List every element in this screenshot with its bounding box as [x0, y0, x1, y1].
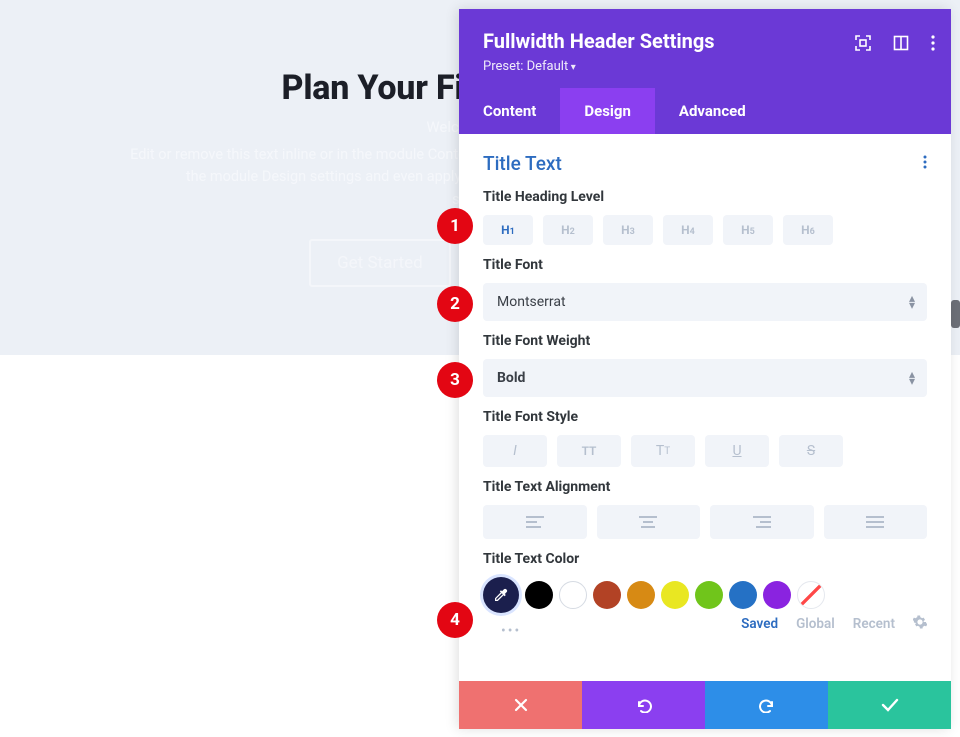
tab-advanced[interactable]: Advanced	[655, 88, 770, 134]
heading-h1[interactable]: H1	[483, 215, 533, 245]
select-caret-icon: ▴▾	[909, 295, 915, 309]
more-colors-icon[interactable]: •••	[483, 623, 521, 639]
font-weight-select[interactable]: Bold	[483, 359, 927, 397]
label-font-weight: Title Font Weight	[483, 333, 927, 349]
label-font: Title Font	[483, 257, 927, 273]
preset-dropdown[interactable]: Preset: Default	[483, 59, 927, 74]
underline-button[interactable]: U	[705, 435, 769, 467]
annotation-badge-1: 1	[437, 208, 473, 244]
swatch-purple[interactable]	[763, 581, 791, 609]
expand-icon[interactable]	[855, 35, 871, 56]
font-select[interactable]: Montserrat	[483, 283, 927, 321]
uppercase-button[interactable]: TT	[557, 435, 621, 467]
label-text-color: Title Text Color	[483, 551, 927, 567]
label-alignment: Title Text Alignment	[483, 479, 927, 495]
panel-tabs: Content Design Advanced	[459, 88, 951, 134]
strikethrough-button[interactable]: S	[779, 435, 843, 467]
label-heading-level: Title Heading Level	[483, 189, 927, 205]
discard-button[interactable]	[459, 681, 582, 729]
align-center[interactable]	[597, 505, 701, 539]
smallcaps-button[interactable]: TT	[631, 435, 695, 467]
undo-button[interactable]	[582, 681, 705, 729]
select-caret-icon: ▴▾	[909, 371, 915, 385]
palette-recent[interactable]: Recent	[853, 616, 895, 632]
font-style-group: I TT TT U S	[483, 435, 927, 467]
tab-content[interactable]: Content	[459, 88, 560, 134]
swatch-orange[interactable]	[627, 581, 655, 609]
save-button[interactable]	[828, 681, 951, 729]
heading-h5[interactable]: H5	[723, 215, 773, 245]
annotation-badge-3: 3	[437, 362, 473, 398]
swatch-red[interactable]	[593, 581, 621, 609]
settings-panel: Fullwidth Header Settings Preset: Defaul…	[459, 9, 951, 729]
panel-body: Title Text Title Heading Level H1 H2 H3 …	[459, 134, 951, 681]
kebab-menu-icon[interactable]	[931, 35, 935, 56]
eyedropper-button[interactable]	[483, 577, 519, 613]
swatch-green[interactable]	[695, 581, 723, 609]
redo-button[interactable]	[705, 681, 828, 729]
swatch-blue[interactable]	[729, 581, 757, 609]
palette-global[interactable]: Global	[796, 616, 835, 632]
align-left[interactable]	[483, 505, 587, 539]
viewport-scrollbar[interactable]	[951, 300, 960, 328]
panel-header: Fullwidth Header Settings Preset: Defaul…	[459, 9, 951, 88]
italic-button[interactable]: I	[483, 435, 547, 467]
tab-design[interactable]: Design	[560, 88, 655, 134]
heading-h4[interactable]: H4	[663, 215, 713, 245]
label-font-style: Title Font Style	[483, 409, 927, 425]
alignment-group	[483, 505, 927, 539]
heading-h2[interactable]: H2	[543, 215, 593, 245]
swatch-transparent[interactable]	[797, 581, 825, 609]
section-menu-icon[interactable]	[923, 153, 927, 174]
get-started-button[interactable]: Get Started	[309, 239, 451, 287]
swatch-white[interactable]	[559, 581, 587, 609]
heading-h3[interactable]: H3	[603, 215, 653, 245]
heading-level-group: H1 H2 H3 H4 H5 H6	[483, 215, 927, 245]
align-justify[interactable]	[824, 505, 928, 539]
color-palette-tabs: Saved Global Recent	[741, 615, 927, 639]
heading-h6[interactable]: H6	[783, 215, 833, 245]
color-swatches	[483, 577, 927, 613]
palette-saved[interactable]: Saved	[741, 616, 778, 632]
annotation-badge-2: 2	[437, 286, 473, 322]
swatch-black[interactable]	[525, 581, 553, 609]
swatch-yellow[interactable]	[661, 581, 689, 609]
section-title[interactable]: Title Text	[483, 152, 562, 175]
annotation-badge-4: 4	[437, 602, 473, 638]
align-right[interactable]	[710, 505, 814, 539]
panel-action-bar	[459, 681, 951, 729]
columns-icon[interactable]	[893, 35, 909, 56]
palette-settings-icon[interactable]	[913, 615, 927, 633]
